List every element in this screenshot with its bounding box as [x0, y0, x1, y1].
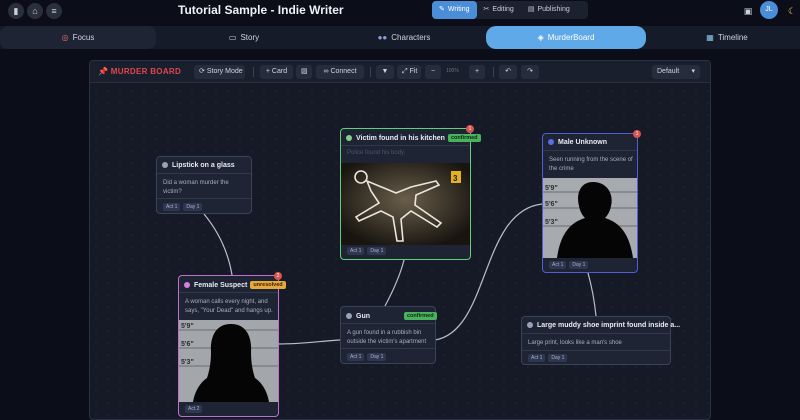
card-divider	[543, 150, 637, 151]
detective-icon: ◈	[537, 33, 544, 42]
tab-story[interactable]: ▭ Story	[166, 26, 322, 49]
top-bar: ▮ ⌂ ≡ Tutorial Sample - Indie Writer ✎ Wr…	[0, 0, 800, 22]
notification-badge: 1	[633, 130, 641, 138]
card-tags: Act 1 Day 1	[347, 353, 387, 361]
card-victim[interactable]: Victim found in his kitchen confirmed Pol…	[340, 125, 481, 260]
print-icon[interactable]: ▣	[740, 3, 756, 19]
mode-publishing[interactable]: ▤ Publishing	[521, 1, 577, 19]
card-divider	[341, 348, 435, 349]
tag: Day 1	[569, 261, 589, 269]
card-tags: Act 1 Day 1	[163, 203, 203, 211]
tag: Day 1	[548, 354, 568, 362]
card-tags: Act 1 Day 1	[528, 354, 568, 362]
card-male-unknown[interactable]: Male Unknown Seen running from the scene…	[542, 130, 641, 273]
book-icon: ▭	[228, 33, 237, 42]
card-shoe-imprint[interactable]: Large muddy shoe imprint found inside a.…	[521, 316, 680, 365]
link-female-gun	[277, 339, 341, 345]
moon-icon[interactable]: ☾	[784, 3, 800, 19]
tab-murderboard[interactable]: ◈ MurderBoard	[486, 26, 646, 49]
status-badge: unresolved	[250, 281, 286, 289]
link-victim-gun	[384, 259, 405, 307]
printer-icon: ▤	[527, 6, 535, 13]
link-male-shoe	[587, 272, 597, 317]
card-description: Did a woman murder the victim?	[163, 180, 229, 195]
mode-writing[interactable]: ✎ Writing	[432, 1, 477, 19]
body-outline-icon: 3	[341, 163, 470, 245]
app-title: Tutorial Sample - Indie Writer	[178, 3, 344, 17]
calendar-icon: ▦	[706, 33, 714, 42]
target-icon: ◎	[61, 33, 69, 42]
card-female-suspect[interactable]: Female Suspect unresolved A woman calls e…	[178, 272, 286, 417]
height-mark: 5'9"	[181, 323, 194, 330]
tag: Act 1	[163, 203, 181, 211]
card-divider	[157, 173, 251, 174]
card-divider	[157, 198, 251, 199]
card-description: Seen running from the scene of the crime	[549, 157, 633, 172]
height-mark: 5'3"	[181, 359, 194, 366]
mode-editing[interactable]: ✂ Editing	[477, 1, 521, 19]
card-divider	[341, 323, 435, 324]
height-mark: 5'6"	[545, 201, 558, 208]
tag: Act 2	[185, 405, 203, 413]
avatar[interactable]: JL	[760, 1, 778, 19]
height-mark: 5'6"	[181, 341, 194, 348]
status-dot	[527, 322, 533, 328]
pencil-icon: ✎	[439, 6, 445, 13]
tab-timeline[interactable]: ▦ Timeline	[654, 26, 800, 49]
sidebar-icon[interactable]: ▮	[8, 3, 24, 19]
menu-icon[interactable]: ≡	[46, 3, 62, 19]
main-tabs: ◎ Focus ▭ Story ●● Characters ◈ MurderBoard …	[0, 26, 800, 49]
mode-switcher: ✎ Writing ✂ Editing ▤ Publishing	[432, 1, 588, 19]
notification-badge: 2	[274, 272, 282, 280]
card-tags: Act 1 Day 1	[347, 247, 387, 255]
card-gun[interactable]: Gun confirmed A gun found in a rubbish bi…	[340, 306, 437, 364]
card-description: Large print, looks like a man's shoe	[528, 340, 622, 346]
card-divider	[179, 292, 278, 293]
tag: Act 1	[347, 353, 365, 361]
card-description: Police found his body.	[347, 150, 406, 156]
status-dot	[162, 162, 168, 168]
status-dot	[346, 135, 352, 141]
card-description: A gun found in a rubbish bin outside the…	[347, 330, 427, 345]
height-mark: 5'9"	[545, 185, 558, 192]
status-dot	[184, 282, 190, 288]
status-dot	[346, 313, 352, 319]
male-silhouette-photo: 5'9" 5'6" 5'3"	[543, 178, 637, 258]
tag: Day 1	[367, 353, 387, 361]
tag: Act 1	[528, 354, 546, 362]
card-lipstick[interactable]: Lipstick on a glass Did a woman murder t…	[156, 156, 252, 214]
female-silhouette-photo: 5'9" 5'6" 5'3"	[179, 320, 278, 402]
card-tags: Act 2	[185, 405, 203, 413]
silhouette-icon: 5'9" 5'6" 5'3"	[179, 320, 278, 402]
link-lipstick-female	[203, 213, 233, 276]
people-icon: ●●	[377, 33, 388, 42]
tag: Act 1	[549, 261, 567, 269]
tab-focus[interactable]: ◎ Focus	[0, 26, 156, 49]
murder-board[interactable]: 📌 MURDER BOARD ⟳ Story Mode + Card ▨ ∞ C…	[89, 60, 711, 420]
card-tags: Act 1 Day 1	[549, 261, 589, 269]
silhouette-icon: 5'9" 5'6" 5'3"	[543, 178, 637, 258]
tag: Day 1	[367, 247, 387, 255]
card-divider	[522, 333, 670, 334]
status-dot	[548, 139, 554, 145]
tag: Act 1	[347, 247, 365, 255]
evidence-marker: 3	[453, 174, 458, 183]
card-divider	[341, 145, 470, 146]
status-badge: confirmed	[404, 312, 437, 320]
status-badge: confirmed	[447, 134, 481, 142]
height-mark: 5'3"	[545, 219, 558, 226]
tab-characters[interactable]: ●● Characters	[326, 26, 482, 49]
notification-badge: 1	[466, 125, 474, 133]
home-icon[interactable]: ⌂	[27, 3, 43, 19]
tools-icon: ✂	[483, 6, 490, 13]
card-divider	[522, 350, 670, 351]
crime-scene-photo: 3	[341, 163, 470, 245]
tag: Day 1	[183, 203, 203, 211]
card-description: A woman calls every night, and says, "Yo…	[185, 299, 273, 314]
